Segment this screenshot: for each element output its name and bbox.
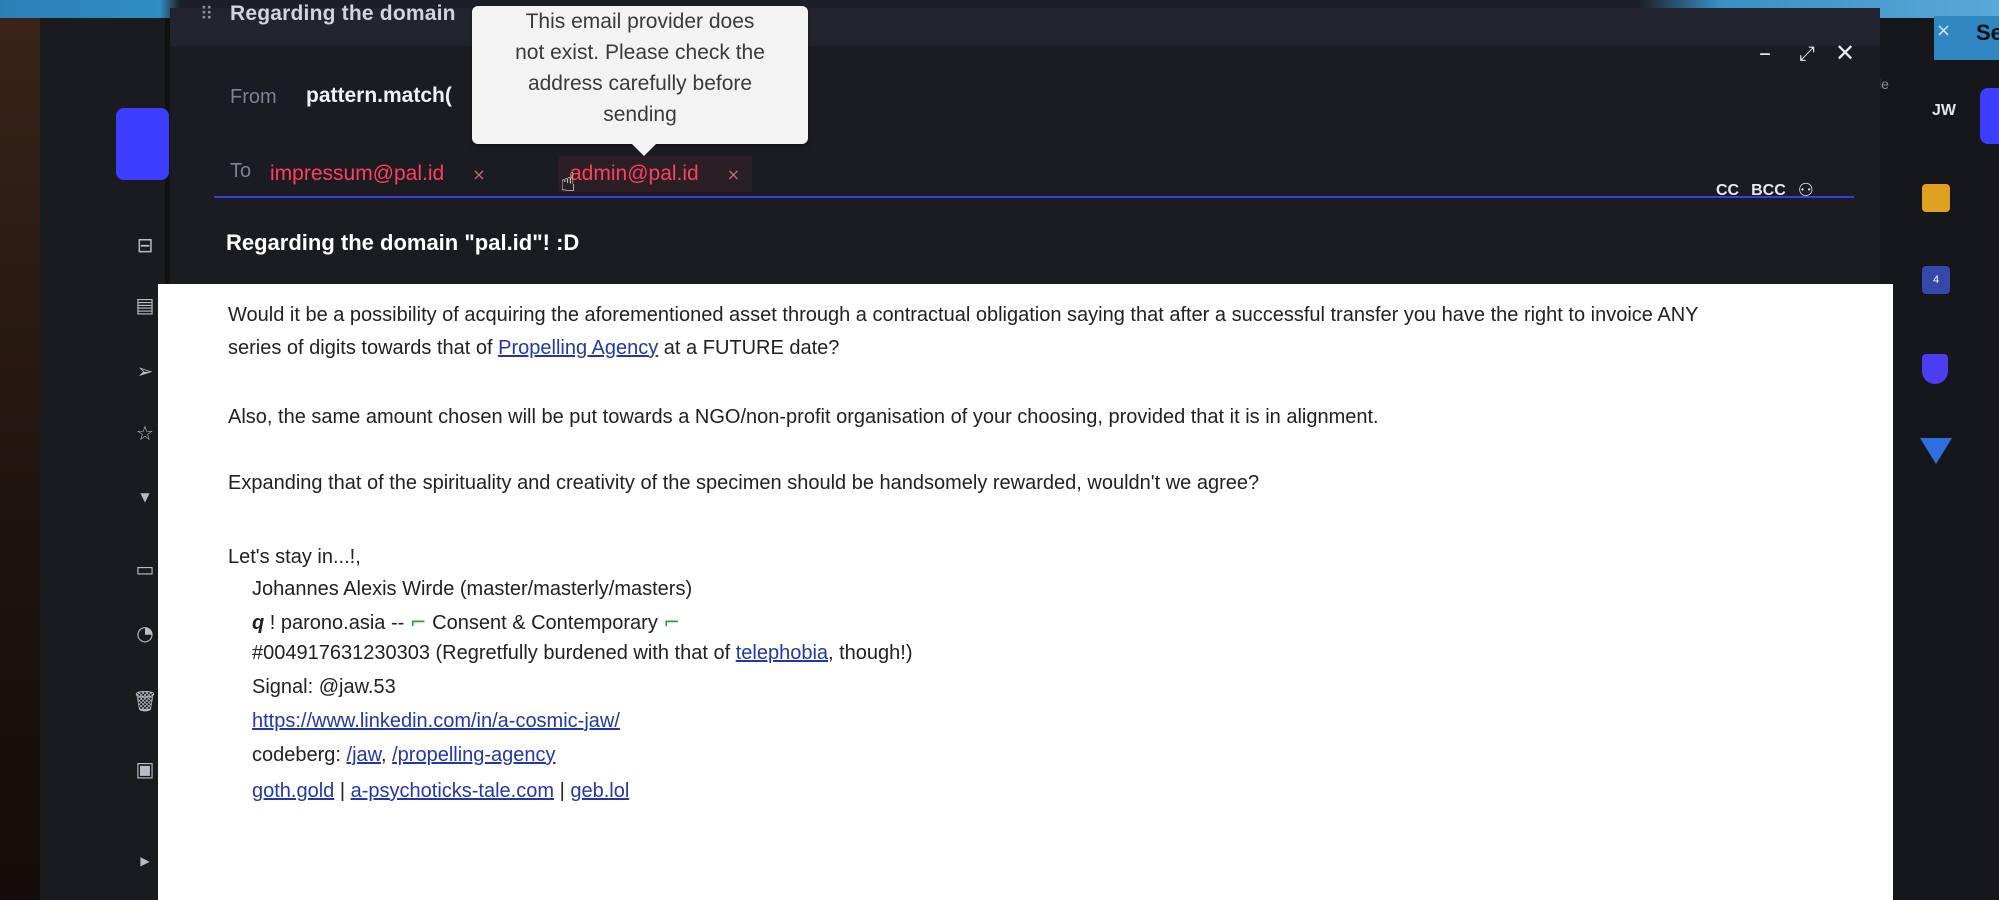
signature-codeberg: codeberg: /jaw, /propelling-agency (252, 744, 556, 767)
spam-icon[interactable]: ◔ (130, 618, 160, 648)
linkedin-link[interactable]: https://www.linkedin.com/in/a-cosmic-jaw… (252, 710, 620, 732)
signature-q-mark: q (252, 612, 265, 634)
codeberg-jaw-link[interactable]: /jaw (347, 744, 381, 766)
expand-caret-icon[interactable]: ▶ (130, 846, 160, 876)
signature-text: , though!) (828, 642, 913, 664)
close-icon[interactable]: ✕ (1830, 38, 1860, 68)
recipient-chip-invalid[interactable]: admin@pal.id × (558, 156, 753, 192)
new-message-button[interactable] (116, 108, 169, 180)
tooltip-line: This email provider does (525, 10, 755, 33)
closing-line: Let's stay in...!, (228, 546, 361, 568)
remove-recipient-icon[interactable]: × (727, 165, 740, 184)
account-accent-tab[interactable] (1980, 88, 1999, 144)
error-tooltip: This email provider does not exist. Plea… (472, 6, 808, 156)
green-pistol-icon: ⌐ (663, 610, 681, 634)
message-body-editor[interactable]: Would it be a possibility of acquiring t… (158, 284, 1893, 900)
propelling-agency-link[interactable]: Propelling Agency (498, 337, 658, 359)
contacts-icon[interactable] (1922, 184, 1950, 212)
photo-frame-left (0, 0, 40, 900)
calendar-badge: 4 (1932, 274, 1940, 286)
body-text: series of digits towards that of (228, 337, 499, 359)
codeberg-propelling-agency-link[interactable]: /propelling-agency (392, 744, 555, 766)
more-caret-icon[interactable]: ▼ (130, 482, 160, 512)
trash-icon[interactable]: 🗑 (130, 686, 160, 716)
recipient-address: impressum@pal.id (270, 162, 445, 185)
signature-text: ! parono.asia -- (264, 612, 410, 634)
composer-title: Regarding the domain (230, 2, 456, 25)
body-paragraph-1-line-2: series of digits towards that of Propell… (228, 337, 839, 360)
from-label: From (230, 86, 277, 108)
signature-text: codeberg: (252, 744, 347, 766)
calendar-icon[interactable]: 4 (1922, 266, 1950, 294)
tab-close-icon[interactable]: × (1936, 20, 1951, 41)
remove-recipient-icon[interactable]: × (472, 165, 485, 184)
minimize-icon[interactable]: – (1750, 38, 1780, 68)
right-side-rail: × Se le JW 4 (1878, 16, 1999, 900)
from-field[interactable]: pattern.match( (306, 84, 452, 108)
signature-tagline: q ! parono.asia -- ⌐ Consent & Contempor… (252, 610, 680, 635)
signature-phone: #004917631230303 (Regretfully burdened w… (252, 642, 913, 665)
vpn-shield-icon[interactable] (1922, 354, 1948, 384)
recipient-chip[interactable]: impressum@pal.id × (258, 156, 498, 192)
tooltip-line: sending (603, 103, 677, 126)
to-label: To (230, 160, 252, 182)
body-paragraph-3: Expanding that of the spirituality and c… (228, 472, 1260, 494)
signature-signal: Signal: @jaw.53 (252, 676, 396, 698)
signature-text: , (380, 744, 393, 766)
tooltip-line: not exist. Please check the (515, 41, 765, 64)
telephobia-link[interactable]: telephobia (736, 642, 828, 664)
inbox-icon[interactable]: ⊟ (130, 230, 160, 260)
all-mail-icon[interactable]: ▣ (130, 754, 160, 784)
subject-field[interactable]: Regarding the domain "pal.id"! :D (226, 230, 579, 256)
body-paragraph-1-line-1: Would it be a possibility of acquiring t… (228, 304, 1699, 326)
signature-websites: goth.gold | a-psychoticks-tale.com | geb… (252, 780, 629, 803)
drag-handle-icon[interactable]: ⠿ (200, 4, 213, 25)
body-text: at a FUTURE date? (658, 337, 840, 359)
green-pistol-icon: ⌐ (409, 610, 427, 634)
starred-icon[interactable]: ☆ (130, 418, 160, 448)
hand-cursor-icon: ☝ (560, 168, 576, 198)
signature-linkedin: https://www.linkedin.com/in/a-cosmic-jaw… (252, 710, 620, 733)
drafts-icon[interactable]: ▤ (130, 290, 160, 320)
goth-gold-link[interactable]: goth.gold (252, 780, 334, 802)
tooltip-line: address carefully before (527, 72, 753, 95)
geb-lol-link[interactable]: geb.lol (570, 780, 629, 802)
signature-separator: | (554, 780, 571, 802)
composer-window: ⠿ Regarding the domain – ⤢ ✕ From patter… (158, 2, 1893, 900)
signature-name: Johannes Alexis Wirde (master/masterly/m… (252, 578, 693, 600)
body-paragraph-2: Also, the same amount chosen will be put… (228, 406, 1379, 428)
psychoticks-tale-link[interactable]: a-psychoticks-tale.com (351, 780, 554, 802)
truncated-text: Se (1976, 20, 1999, 45)
drive-icon[interactable] (1920, 438, 1952, 464)
sent-icon[interactable]: ➢ (130, 356, 160, 386)
signature-separator: | (334, 780, 351, 802)
focus-underline (214, 196, 1854, 198)
signature-text: #004917631230303 (Regretfully burdened w… (252, 642, 736, 664)
recipient-address: admin@pal.id (570, 162, 699, 185)
expand-icon[interactable]: ⤢ (1792, 38, 1822, 68)
archive-icon[interactable]: ▭ (130, 554, 160, 584)
avatar[interactable]: JW (1932, 102, 1956, 120)
signature-text: Consent & Contemporary (426, 612, 664, 634)
